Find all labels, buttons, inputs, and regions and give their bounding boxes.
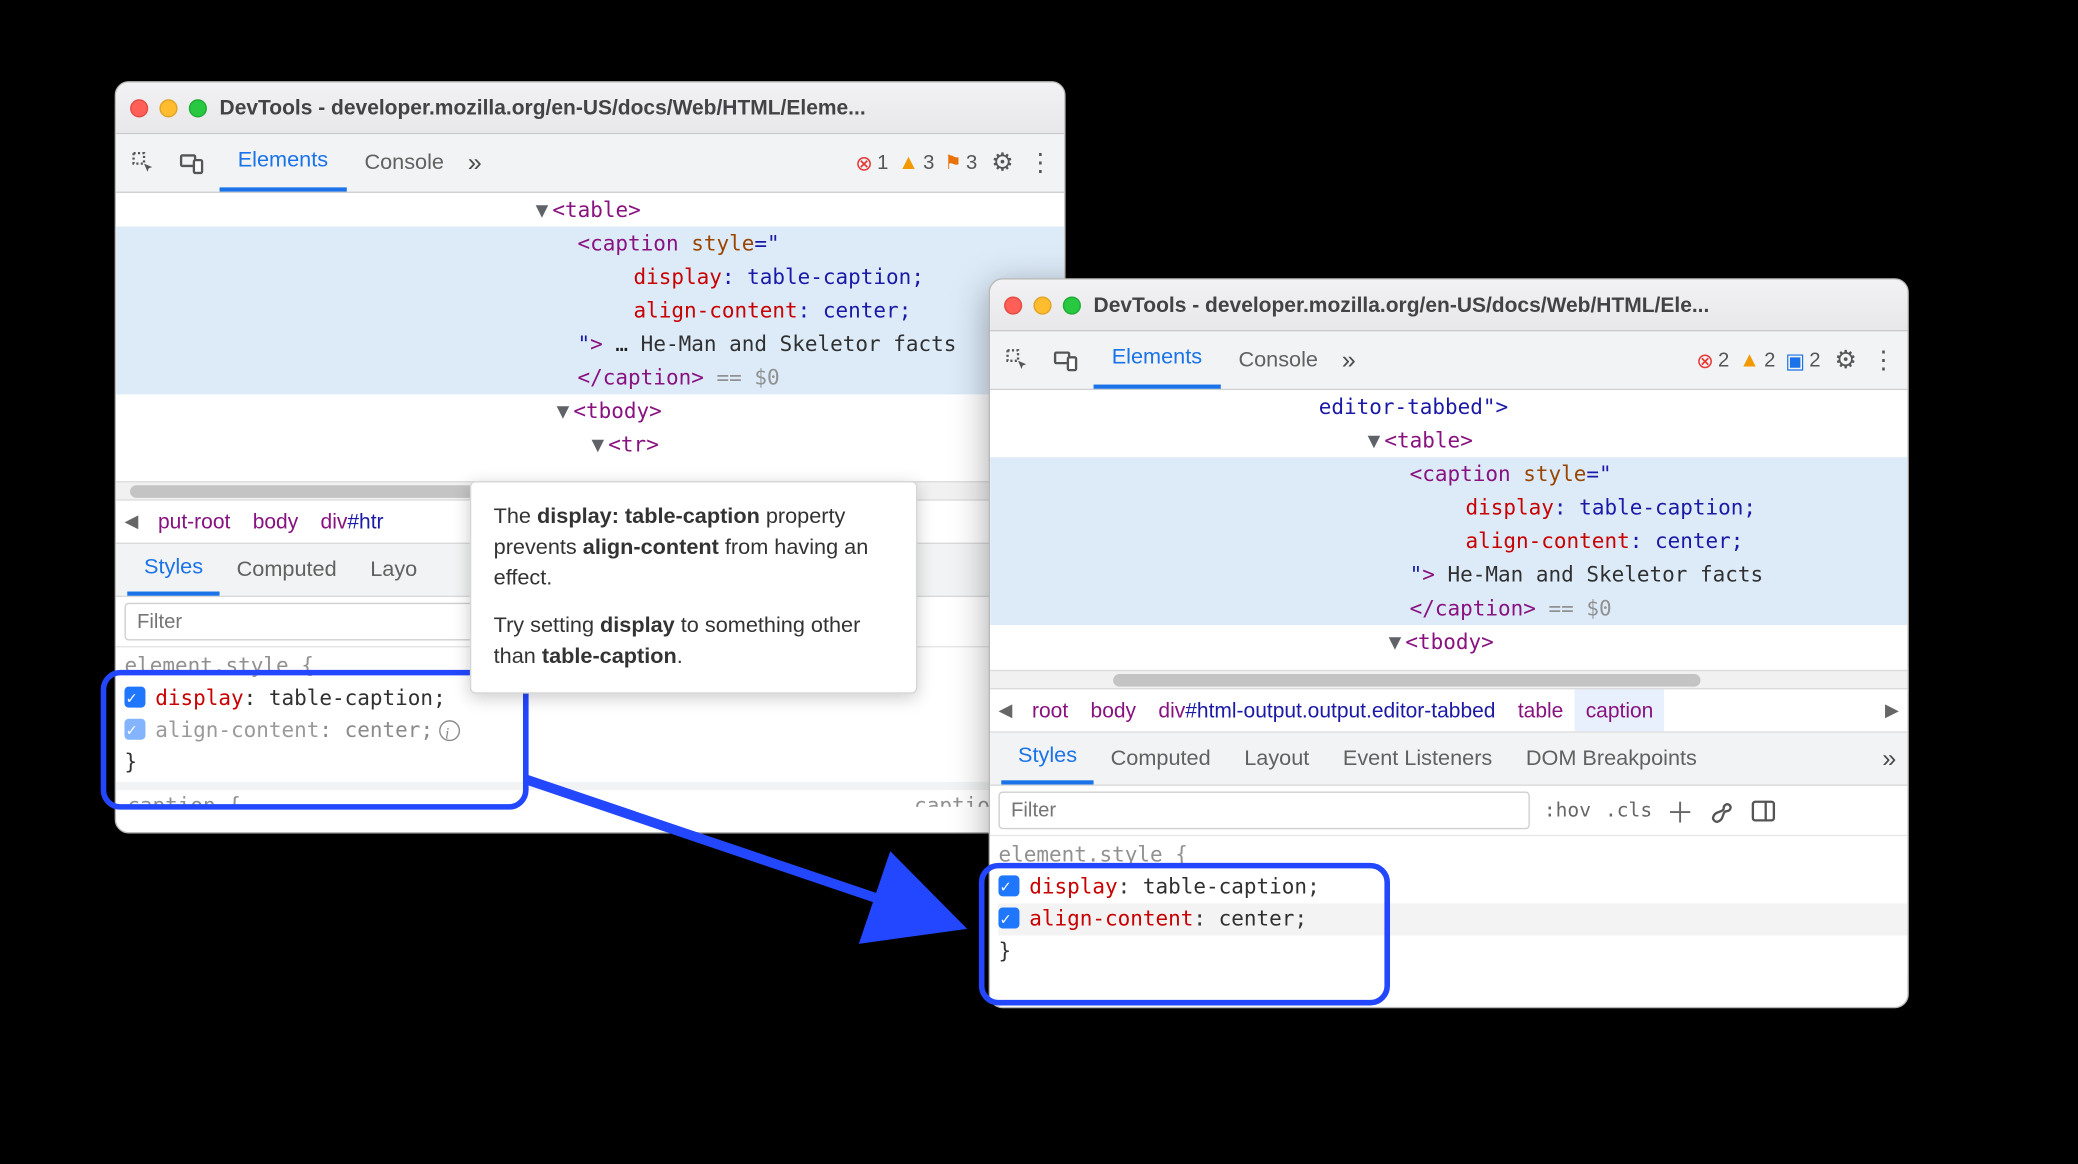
crumb-caption[interactable]: caption xyxy=(1575,689,1665,731)
crumb-prev-icon[interactable]: ◀ xyxy=(116,510,147,532)
errors-count: 1 xyxy=(877,152,888,174)
checkbox-icon[interactable] xyxy=(998,875,1019,896)
elements-tree[interactable]: editor-tabbed"> ▼<table> <caption style=… xyxy=(990,390,1907,670)
warnings-count: 2 xyxy=(1764,349,1775,371)
crumb-root[interactable]: root xyxy=(1021,689,1080,731)
devtools-window-left: DevTools - developer.mozilla.org/en-US/d… xyxy=(115,81,1066,833)
inspect-element-icon[interactable] xyxy=(998,341,1037,380)
crumb-div[interactable]: div#html-output.output.editor-tabbed xyxy=(1147,689,1506,731)
breadcrumb[interactable]: ◀ root body div#html-output.output.edito… xyxy=(990,688,1907,733)
device-toolbar-icon[interactable] xyxy=(172,143,211,182)
error-icon: ⊗ xyxy=(855,150,873,175)
crumb-body[interactable]: body xyxy=(242,501,310,543)
crumb-prev-icon[interactable]: ◀ xyxy=(990,699,1021,721)
titlebar[interactable]: DevTools - developer.mozilla.org/en-US/d… xyxy=(116,83,1064,135)
checkbox-icon[interactable] xyxy=(124,687,145,708)
rule-align-content[interactable]: align-content: center; xyxy=(998,903,1907,935)
flags-count: 3 xyxy=(966,152,977,174)
flag-icon: ⚑ xyxy=(944,151,962,175)
warning-icon: ▲ xyxy=(898,151,919,175)
window-title: DevTools - developer.mozilla.org/en-US/d… xyxy=(220,96,866,120)
styles-filter-bar: :hov .cls ＋ xyxy=(990,786,1907,836)
rule-close: } xyxy=(124,747,1064,779)
crumb-div[interactable]: div#htr xyxy=(309,501,394,543)
crumb-body[interactable]: body xyxy=(1079,689,1147,731)
device-toolbar-icon[interactable] xyxy=(1046,341,1085,380)
warnings-count: 3 xyxy=(923,152,934,174)
devtools-window-right: DevTools - developer.mozilla.org/en-US/d… xyxy=(989,278,1909,1008)
subtab-layout[interactable]: Layo xyxy=(353,544,434,596)
rule-align-content[interactable]: align-content: center; xyxy=(124,715,1064,747)
kebab-menu-icon[interactable]: ⋮ xyxy=(1871,345,1896,374)
info-icon[interactable] xyxy=(439,720,460,741)
tab-console[interactable]: Console xyxy=(1220,331,1336,388)
toolbar: Elements Console » ⊗2 ▲2 ▣2 ⚙ ⋮ xyxy=(990,331,1907,390)
issues-count: 2 xyxy=(1809,349,1820,371)
styles-subtabs: Styles Computed Layout Event Listeners D… xyxy=(990,733,1907,786)
new-rule-icon[interactable]: ＋ xyxy=(1666,790,1694,831)
tab-elements[interactable]: Elements xyxy=(220,134,347,191)
subtab-styles[interactable]: Styles xyxy=(127,544,220,596)
more-tabs-icon[interactable]: » xyxy=(462,148,490,177)
status-counts[interactable]: ⊗2 ▲2 ▣2 xyxy=(1696,348,1820,373)
checkbox-icon[interactable] xyxy=(998,908,1019,929)
elements-tree[interactable]: ▼<table> <caption style=" display: table… xyxy=(116,193,1064,481)
traffic-lights[interactable] xyxy=(130,99,207,117)
titlebar[interactable]: DevTools - developer.mozilla.org/en-US/d… xyxy=(990,280,1907,332)
issues-icon: ▣ xyxy=(1785,348,1805,373)
close-icon[interactable] xyxy=(130,99,148,117)
horizontal-scrollbar[interactable] xyxy=(990,670,1907,688)
rule-close: } xyxy=(998,936,1907,968)
tab-console[interactable]: Console xyxy=(346,134,462,191)
computed-panel-icon[interactable] xyxy=(1750,796,1778,824)
panel-tabs: Elements Console » xyxy=(220,134,491,191)
more-tabs-icon[interactable]: » xyxy=(1336,345,1364,374)
kebab-menu-icon[interactable]: ⋮ xyxy=(1028,148,1053,177)
subtab-dom-breakpoints[interactable]: DOM Breakpoints xyxy=(1509,733,1714,785)
minimize-icon[interactable] xyxy=(159,99,177,117)
crumb-table[interactable]: table xyxy=(1507,689,1575,731)
inspect-element-icon[interactable] xyxy=(124,143,163,182)
window-title: DevTools - developer.mozilla.org/en-US/d… xyxy=(1094,293,1710,317)
traffic-lights[interactable] xyxy=(1004,296,1081,314)
rule-display[interactable]: display: table-caption; xyxy=(998,871,1907,903)
rule-selector: element.style { xyxy=(998,839,1907,871)
subtab-event-listeners[interactable]: Event Listeners xyxy=(1326,733,1509,785)
subtab-layout[interactable]: Layout xyxy=(1227,733,1326,785)
cls-button[interactable]: .cls xyxy=(1605,799,1652,821)
settings-gear-icon[interactable]: ⚙ xyxy=(1835,345,1858,374)
crumb-put-root[interactable]: put-root xyxy=(147,501,242,543)
settings-gear-icon[interactable]: ⚙ xyxy=(991,148,1014,177)
subtab-styles[interactable]: Styles xyxy=(1001,733,1094,785)
paint-brush-icon[interactable] xyxy=(1708,796,1736,824)
crumb-next-icon[interactable]: ▶ xyxy=(1877,699,1908,721)
styles-rules[interactable]: element.style { display: table-caption; … xyxy=(990,836,1907,970)
hov-button[interactable]: :hov xyxy=(1544,799,1591,821)
status-counts[interactable]: ⊗1 ▲3 ⚑3 xyxy=(855,150,977,175)
error-icon: ⊗ xyxy=(1696,348,1714,373)
zoom-icon[interactable] xyxy=(189,99,207,117)
errors-count: 2 xyxy=(1718,349,1729,371)
panel-tabs: Elements Console » xyxy=(1094,331,1365,388)
toolbar: Elements Console » ⊗1 ▲3 ⚑3 ⚙ ⋮ xyxy=(116,134,1064,193)
subtab-computed[interactable]: Computed xyxy=(1094,733,1228,785)
close-icon[interactable] xyxy=(1004,296,1022,314)
zoom-icon[interactable] xyxy=(1063,296,1081,314)
warning-icon: ▲ xyxy=(1739,348,1760,372)
tab-elements[interactable]: Elements xyxy=(1094,331,1221,388)
minimize-icon[interactable] xyxy=(1033,296,1051,314)
checkbox-icon[interactable] xyxy=(124,719,145,740)
subtab-computed[interactable]: Computed xyxy=(220,544,354,596)
info-tooltip: The display: table-caption property prev… xyxy=(470,481,917,694)
more-tabs-icon[interactable]: » xyxy=(1877,744,1908,773)
styles-filter-input[interactable] xyxy=(998,791,1529,829)
